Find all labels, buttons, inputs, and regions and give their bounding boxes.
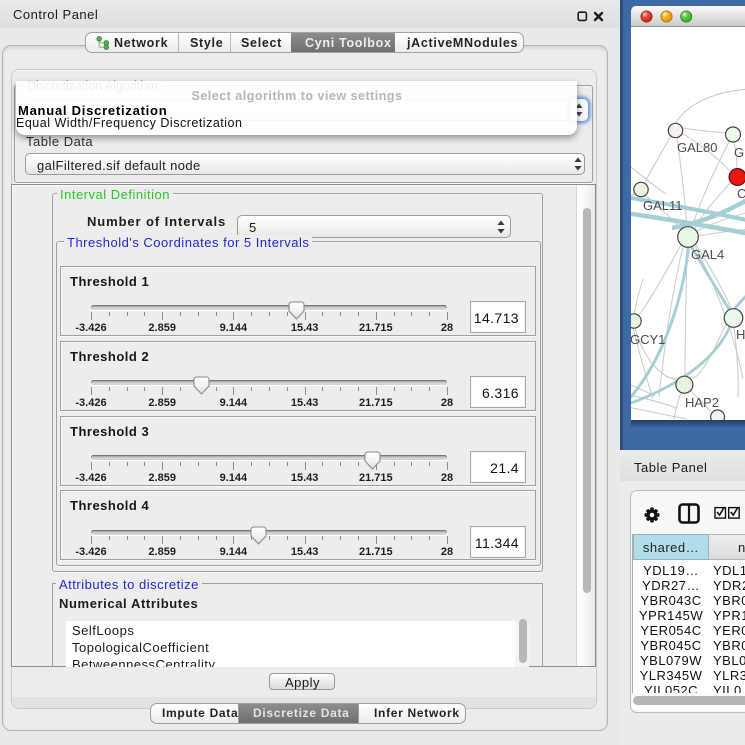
svg-text:GAL80: GAL80	[677, 140, 717, 155]
svg-text:GCY1: GCY1	[631, 332, 665, 347]
svg-text:GAL11: GAL11	[643, 198, 683, 213]
svg-text:GAL4: GAL4	[691, 247, 724, 262]
svg-text:G.: G.	[734, 145, 745, 160]
svg-text:H: H	[736, 327, 745, 342]
svg-text:HAP2: HAP2	[685, 395, 719, 410]
svg-text:C: C	[737, 186, 745, 201]
